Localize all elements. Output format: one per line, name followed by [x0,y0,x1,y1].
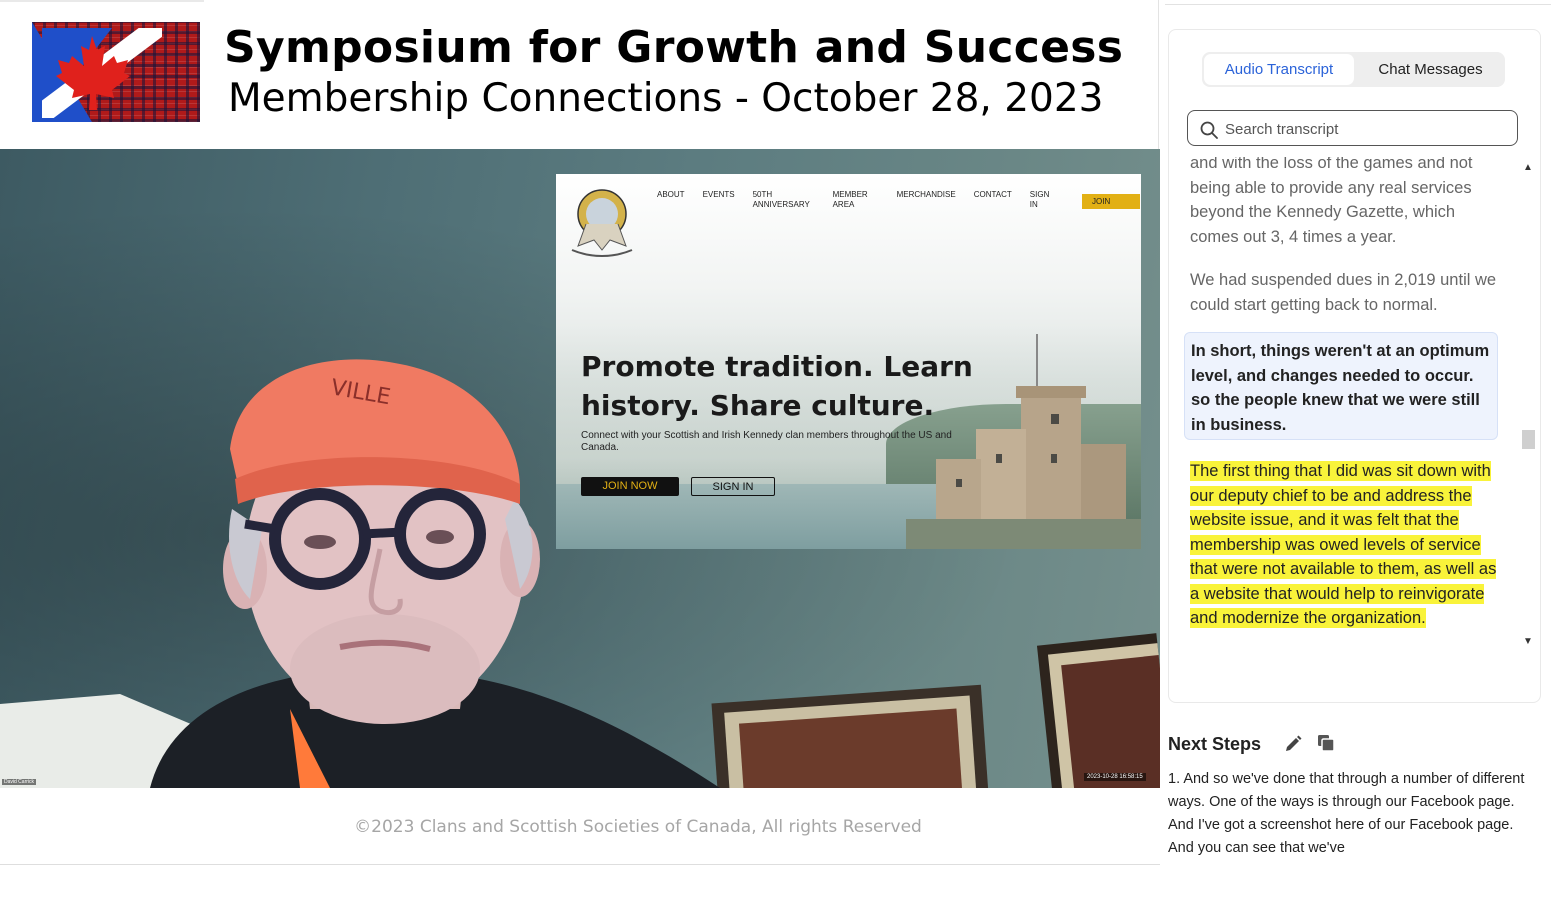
transcript-segment-active[interactable]: In short, things weren't at an optimum l… [1184,332,1498,440]
highlighted-text: The first thing that I did was sit down … [1190,461,1497,628]
page-subtitle: Membership Connections - October 28, 202… [228,76,1104,121]
transcript-segment[interactable]: We had suspended dues in 2,019 until we … [1190,268,1506,317]
shared-website-screenshot: ABOUT EVENTS 50TH ANNIVERSARY MEMBER ARE… [556,174,1141,549]
maple-leaf-icon [42,28,162,118]
canada-tartan-logo [32,22,200,122]
nav-item-sign-in: SIGN IN [1029,190,1050,209]
nav-item-contact: CONTACT [973,190,1012,199]
next-steps-text: 1. And so we've done that through a numb… [1168,771,1525,856]
nav-item-anniversary: 50TH ANNIVERSARY [752,190,810,209]
transcript-segment[interactable]: and with the loss of the games and not b… [1190,157,1506,249]
scroll-up-arrow-icon[interactable]: ▲ [1523,162,1533,173]
participant-name: David Carrick [2,779,37,785]
edit-pencil-icon[interactable] [1283,734,1303,754]
transcript-search[interactable] [1187,110,1518,146]
header-banner: Symposium for Growth and Success Members… [0,0,1159,149]
website-join-button: JOIN [1082,194,1140,209]
website-subtext: Connect with your Scottish and Irish Ken… [581,430,952,453]
scroll-down-arrow-icon[interactable]: ▼ [1523,636,1533,647]
page-title: Symposium for Growth and Success [224,22,1124,73]
transcript-panel: Audio Transcript Chat Messages and with … [1168,29,1541,703]
tab-audio-transcript[interactable]: Audio Transcript [1204,54,1354,85]
scrollbar-thumb[interactable] [1522,430,1535,449]
wall-picture-frame [1036,633,1160,788]
nav-item-about: ABOUT [657,190,685,199]
video-timestamp: 2023-10-28 16:58:15 [1084,773,1146,781]
website-sign-in-button: SIGN IN [691,477,775,496]
transcript-scrollbar[interactable]: ▲ ▼ [1521,160,1535,652]
website-nav: ABOUT EVENTS 50TH ANNIVERSARY MEMBER ARE… [657,190,1140,214]
panel-tabs: Audio Transcript Chat Messages [1202,52,1505,87]
clan-crest-logo [571,189,633,257]
copyright-text: ©2023 Clans and Scottish Societies of Ca… [354,817,922,837]
search-input[interactable] [1223,117,1507,141]
copy-icon[interactable] [1316,733,1336,753]
transcript-list[interactable]: and with the loss of the games and not b… [1179,157,1519,653]
next-steps-title: Next Steps [1168,734,1262,754]
website-headline: Promote tradition. Learn history. Share … [581,350,973,422]
video-feed[interactable]: VILLE ABOUT EVENTS 50TH ANNIVERSARY MEMB… [0,149,1160,788]
website-join-now-button: JOIN NOW [581,477,679,496]
transcript-segment-highlighted[interactable]: The first thing that I did was sit down … [1190,459,1506,631]
search-icon [1200,121,1218,139]
nav-item-member-area: MEMBER AREA [832,190,868,209]
footer: ©2023 Clans and Scottish Societies of Ca… [0,788,1160,865]
nav-item-events: EVENTS [702,190,735,199]
tab-chat-messages[interactable]: Chat Messages [1358,54,1503,85]
nav-item-merchandise: MERCHANDISE [896,190,956,199]
